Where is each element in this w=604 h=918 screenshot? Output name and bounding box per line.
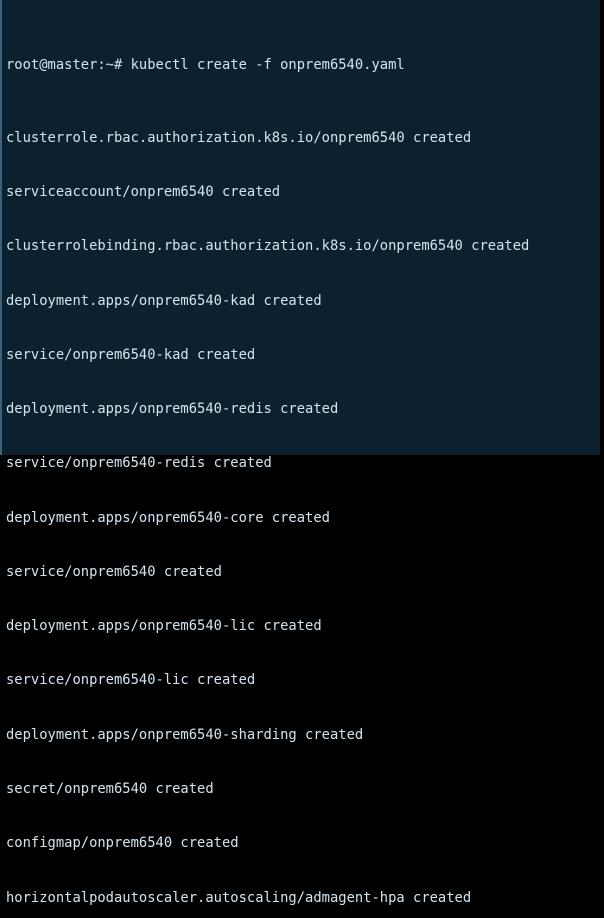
command-create: kubectl create -f onprem6540.yaml	[130, 57, 405, 74]
create-output-line: serviceaccount/onprem6540 created	[6, 183, 281, 200]
create-output-line: configmap/onprem6540 created	[6, 835, 239, 852]
create-output-line: clusterrole.rbac.authorization.k8s.io/on…	[6, 129, 472, 146]
create-output-line: horizontalpodautoscaler.autoscaling/adma…	[6, 889, 472, 906]
create-output-line: deployment.apps/onprem6540-sharding crea…	[6, 726, 364, 743]
create-output-line: service/onprem6540-kad created	[6, 346, 256, 363]
create-output-line: service/onprem6540-redis created	[6, 455, 272, 472]
screenshot-root: root@master:~# kubectl create -f onprem65…	[0, 0, 604, 906]
create-output-line: deployment.apps/onprem6540-core created	[6, 509, 330, 526]
create-output-line: clusterrolebinding.rbac.authorization.k8…	[6, 238, 530, 255]
create-output-line: deployment.apps/onprem6540-lic created	[6, 618, 322, 635]
shell-prompt: root@master:~#	[6, 57, 123, 74]
create-output-line: secret/onprem6540 created	[6, 781, 214, 798]
prompt-line-create: root@master:~# kubectl create -f onprem65…	[6, 56, 600, 74]
create-output-line: service/onprem6540-lic created	[6, 672, 256, 689]
create-output-line: service/onprem6540 created	[6, 563, 222, 580]
create-output-line: deployment.apps/onprem6540-kad created	[6, 292, 322, 309]
terminal-window[interactable]: root@master:~# kubectl create -f onprem65…	[0, 0, 600, 906]
create-output-line: deployment.apps/onprem6540-redis created	[6, 401, 339, 418]
